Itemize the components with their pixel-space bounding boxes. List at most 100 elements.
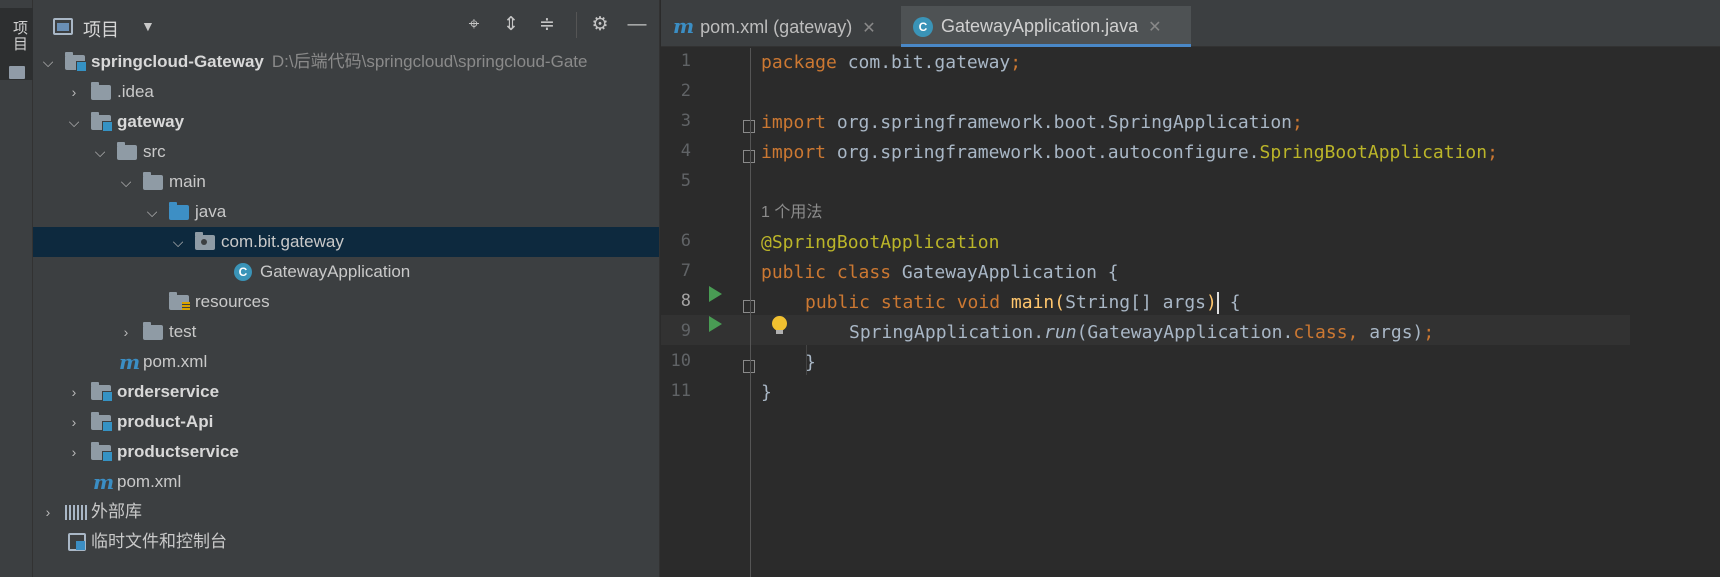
- source-folder-icon: [169, 202, 189, 220]
- chevron-down-icon[interactable]: ⌵: [67, 107, 81, 137]
- chevron-right-icon[interactable]: ›: [41, 497, 55, 527]
- tool-window-strip: 项目: [0, 0, 33, 577]
- code-line-11: }: [761, 382, 772, 403]
- tree-item-gateway-pom[interactable]: m pom.xml: [33, 347, 659, 377]
- folder-icon: [91, 82, 111, 100]
- project-window-icon: [53, 18, 73, 35]
- tab-gatewayapplication-java[interactable]: C GatewayApplication.java ✕: [901, 6, 1191, 47]
- minimize-icon[interactable]: —: [626, 14, 648, 36]
- code-line-1: package com.bit.gateway;: [761, 52, 1022, 73]
- tree-item-java[interactable]: ⌵ java: [33, 197, 659, 227]
- tree-item-orderservice[interactable]: › orderservice: [33, 377, 659, 407]
- line-number: 9: [680, 321, 691, 341]
- tree-item-external-libraries[interactable]: › 外部库: [33, 497, 659, 527]
- chevron-down-icon[interactable]: ⌵: [171, 227, 185, 257]
- chevron-right-icon[interactable]: ›: [67, 407, 81, 437]
- close-icon[interactable]: ✕: [862, 20, 875, 37]
- project-tree: ⌵ springcloud-Gateway D:\后端代码\springcloud…: [33, 47, 659, 557]
- fold-icon[interactable]: [743, 300, 755, 313]
- fold-icon[interactable]: [743, 150, 755, 163]
- tree-item-test[interactable]: › test: [33, 317, 659, 347]
- tree-item-idea[interactable]: › .idea: [33, 77, 659, 107]
- gear-icon[interactable]: ⚙: [589, 14, 611, 36]
- lightbulb-icon[interactable]: [772, 316, 787, 334]
- tree-item-gatewayapplication[interactable]: C GatewayApplication: [33, 257, 659, 287]
- project-tool-tab[interactable]: 项目: [0, 8, 33, 80]
- chevron-right-icon[interactable]: ›: [119, 317, 133, 347]
- tree-item-label: resources: [195, 292, 270, 311]
- line-number: 1: [680, 51, 691, 71]
- library-icon: [65, 505, 87, 520]
- code-line-4: import org.springframework.boot.autoconf…: [761, 142, 1498, 163]
- run-icon[interactable]: [709, 286, 722, 302]
- line-number: 7: [680, 261, 691, 281]
- expand-all-icon[interactable]: ⇕: [500, 14, 522, 36]
- module-folder-icon: [65, 52, 87, 72]
- tree-item-scratches[interactable]: 临时文件和控制台: [33, 527, 659, 557]
- tree-item-com-bit-gateway[interactable]: ⌵ com.bit.gateway: [33, 227, 659, 257]
- tree-item-label: java: [195, 202, 227, 221]
- maven-icon: m: [673, 14, 695, 38]
- tree-item-label: pom.xml: [117, 472, 182, 491]
- tree-item-label: src: [143, 142, 166, 161]
- chevron-down-icon[interactable]: ⌵: [93, 137, 107, 167]
- chevron-right-icon[interactable]: ›: [67, 77, 81, 107]
- folder-icon: [9, 66, 25, 79]
- tree-item-resources[interactable]: resources: [33, 287, 659, 317]
- code-line-9: SpringApplication.run(GatewayApplication…: [849, 322, 1435, 343]
- chevron-right-icon[interactable]: ›: [67, 377, 81, 407]
- line-number: 4: [680, 141, 691, 161]
- code-line-8: public static void main(String[] args) {: [805, 292, 1241, 314]
- folder-icon: [143, 322, 163, 340]
- line-number: 10: [670, 351, 691, 371]
- tree-item-product-api[interactable]: › product-Api: [33, 407, 659, 437]
- chevron-down-icon[interactable]: ⌵: [145, 197, 159, 227]
- code-line-3: import org.springframework.boot.SpringAp…: [761, 112, 1303, 133]
- tree-item-productservice[interactable]: › productservice: [33, 437, 659, 467]
- project-panel: 项目 ▼ ⌖ ⇕ ≑ ⚙ — ⌵ springcloud-Gateway D:\后…: [33, 0, 660, 577]
- tree-item-main[interactable]: ⌵ main: [33, 167, 659, 197]
- line-number: 3: [680, 111, 691, 131]
- class-icon: C: [234, 263, 252, 281]
- project-panel-title: 项目: [83, 20, 119, 40]
- line-number: 6: [680, 231, 691, 251]
- tab-pom-xml[interactable]: m pom.xml (gateway) ✕: [661, 6, 899, 47]
- tree-item-src[interactable]: ⌵ src: [33, 137, 659, 167]
- tree-item-label: 临时文件和控制台: [91, 532, 227, 551]
- module-folder-icon: [91, 412, 113, 432]
- module-folder-icon: [91, 442, 113, 462]
- package-icon: [195, 232, 215, 250]
- locate-icon[interactable]: ⌖: [463, 14, 485, 36]
- tree-item-springcloud-gateway[interactable]: ⌵ springcloud-Gateway D:\后端代码\springcloud…: [33, 47, 659, 77]
- tree-item-label: test: [169, 322, 197, 341]
- run-icon[interactable]: [709, 316, 722, 332]
- tree-item-root-pom[interactable]: m pom.xml: [33, 467, 659, 497]
- fold-icon[interactable]: [743, 120, 755, 133]
- code-line-7: public class GatewayApplication {: [761, 262, 1119, 283]
- code-editor: m pom.xml (gateway) ✕ C GatewayApplication.…: [661, 0, 1720, 577]
- tree-item-label: com.bit.gateway: [221, 232, 344, 251]
- line-number: 2: [680, 81, 691, 101]
- gutter-divider: [750, 48, 751, 577]
- project-path: D:\后端代码\springcloud\springcloud-Gate: [271, 52, 588, 71]
- chevron-down-icon[interactable]: ▼: [141, 18, 155, 34]
- close-icon[interactable]: ✕: [1148, 19, 1161, 36]
- usage-hint[interactable]: 1 个用法: [761, 198, 822, 228]
- tree-item-label: springcloud-Gateway D:\后端代码\springcloud\s…: [91, 52, 588, 71]
- tree-item-label: gateway: [117, 112, 185, 131]
- maven-icon: m: [119, 350, 141, 374]
- tree-item-label: 外部库: [91, 502, 142, 521]
- code-line-10: }: [805, 352, 816, 373]
- tree-item-label: product-Api: [117, 412, 214, 431]
- class-icon: C: [913, 17, 933, 38]
- tree-item-gateway[interactable]: ⌵ gateway: [33, 107, 659, 137]
- line-number: 8: [680, 291, 691, 311]
- chevron-down-icon[interactable]: ⌵: [119, 167, 133, 197]
- tab-label: pom.xml (gateway): [700, 17, 853, 37]
- tree-item-label: productservice: [117, 442, 239, 461]
- chevron-down-icon[interactable]: ⌵: [41, 47, 55, 77]
- fold-icon[interactable]: [743, 360, 755, 373]
- collapse-all-icon[interactable]: ≑: [536, 14, 558, 36]
- tree-item-label: GatewayApplication: [260, 262, 411, 281]
- chevron-right-icon[interactable]: ›: [67, 437, 81, 467]
